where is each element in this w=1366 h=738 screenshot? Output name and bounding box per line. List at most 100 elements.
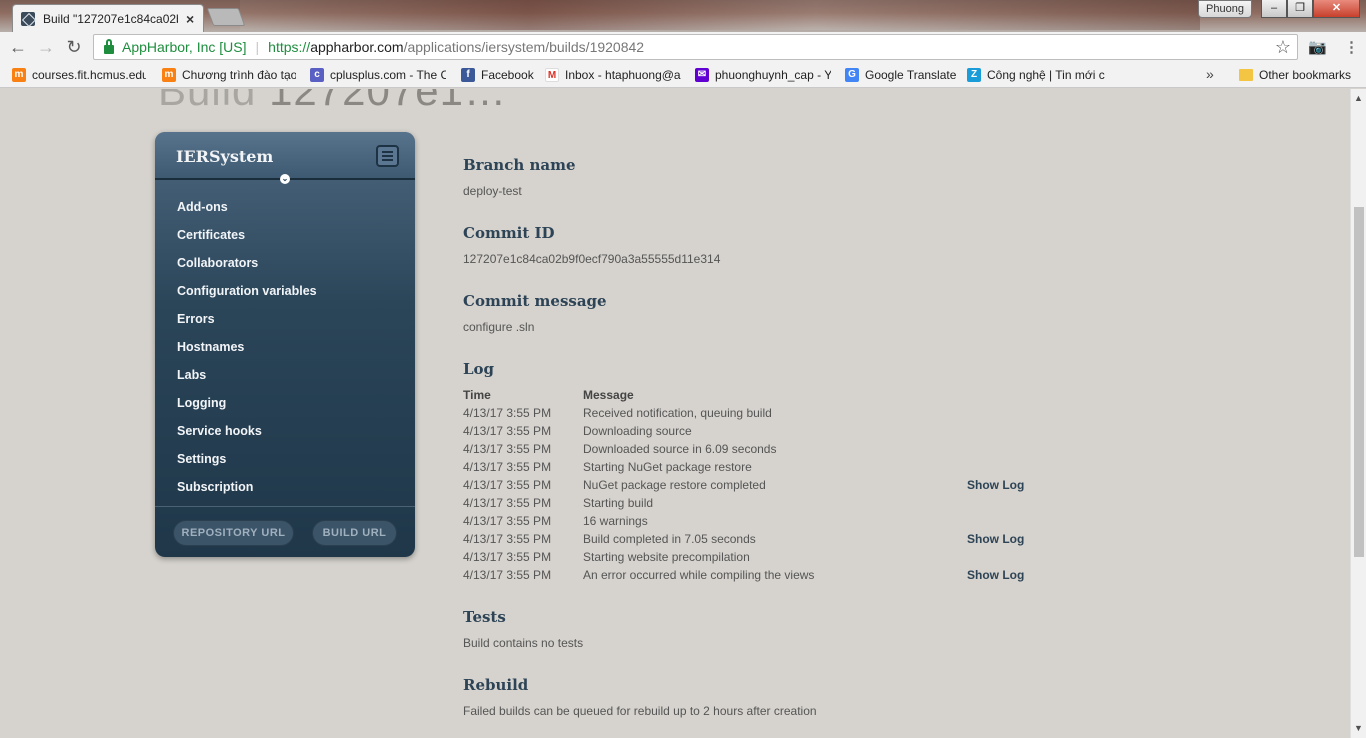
log-row: 4/13/17 3:55 PM Downloading source: [463, 424, 1063, 442]
branch-name-heading: Branch name: [463, 156, 576, 174]
log-time: 4/13/17 3:55 PM: [463, 406, 552, 420]
log-row: 4/13/17 3:55 PM Received notification, q…: [463, 406, 1063, 424]
forward-arrow-icon[interactable]: →: [36, 37, 56, 57]
scroll-down-arrow-icon[interactable]: ▼: [1354, 723, 1363, 733]
browser-toolbar: ← → ↻ AppHarbor, Inc [US] | https:// app…: [0, 32, 1366, 62]
appharbor-favicon-icon: [21, 11, 35, 26]
bookmark-label: phuonghuynh_cap - Y: [715, 68, 831, 82]
log-time: 4/13/17 3:55 PM: [463, 532, 552, 546]
log-row: 4/13/17 3:55 PM 16 warnings: [463, 514, 1063, 532]
log-time: 4/13/17 3:55 PM: [463, 496, 552, 510]
bookmark-item[interactable]: ✉ phuonghuynh_cap - Y: [695, 67, 831, 83]
close-window-button[interactable]: ✕: [1313, 0, 1360, 18]
build-url-button[interactable]: BUILD URL: [312, 520, 397, 546]
sidebar-item-add-ons[interactable]: Add-ons: [155, 193, 415, 221]
page-viewport: Build 127207e1… IERSystem ⌄ Add-ons Cert…: [0, 89, 1350, 738]
bookmark-item[interactable]: Z Công nghệ | Tin mới c: [967, 67, 1105, 83]
log-time: 4/13/17 3:55 PM: [463, 442, 552, 456]
back-arrow-icon[interactable]: ←: [8, 37, 28, 57]
bookmarks-bar: m courses.fit.hcmus.edu m Chương trình đ…: [0, 62, 1366, 88]
address-bar[interactable]: AppHarbor, Inc [US] | https:// appharbor…: [93, 34, 1298, 60]
tab-close-icon[interactable]: ×: [186, 11, 194, 27]
log-time: 4/13/17 3:55 PM: [463, 550, 552, 564]
maximize-button[interactable]: ❐: [1287, 0, 1313, 18]
bookmark-item[interactable]: M Inbox - htaphuong@a: [545, 67, 682, 83]
log-message: Downloaded source in 6.09 seconds: [583, 442, 777, 456]
show-log-link[interactable]: Show Log: [967, 532, 1024, 546]
bookmark-label: Other bookmarks: [1259, 68, 1352, 82]
bookmark-label: Chương trình đào tạo: [182, 68, 296, 82]
browser-tab-active[interactable]: Build "127207e1c84ca02b ×: [12, 4, 204, 32]
log-heading: Log: [463, 360, 495, 378]
scrollbar-thumb[interactable]: [1354, 207, 1364, 557]
address-separator: |: [255, 39, 260, 55]
bookmark-label: courses.fit.hcmus.edu: [32, 68, 146, 82]
browser-menu-icon[interactable]: ⋮: [1344, 38, 1359, 56]
rebuild-heading: Rebuild: [463, 676, 529, 694]
log-message: Received notification, queuing build: [583, 406, 772, 420]
log-col-time: Time: [463, 388, 491, 402]
log-row: 4/13/17 3:55 PM NuGet package restore co…: [463, 478, 1063, 496]
minimize-button[interactable]: –: [1261, 0, 1287, 18]
commit-id-value: 127207e1c84ca02b9f0ecf790a3a55555d11e314: [463, 252, 721, 266]
bookmark-label: Inbox - htaphuong@a: [565, 68, 681, 82]
chevron-down-icon[interactable]: ⌄: [280, 174, 290, 184]
scroll-up-arrow-icon[interactable]: ▲: [1354, 93, 1363, 103]
profile-button[interactable]: Phuong: [1198, 0, 1252, 18]
commit-message-heading: Commit message: [463, 292, 607, 310]
log-time: 4/13/17 3:55 PM: [463, 460, 552, 474]
url-scheme: https://: [268, 39, 311, 55]
other-bookmarks-folder[interactable]: Other bookmarks: [1239, 67, 1359, 83]
sidebar-footer: REPOSITORY URL BUILD URL: [155, 506, 415, 557]
sidebar-item-labs[interactable]: Labs: [155, 361, 415, 389]
sidebar-item-errors[interactable]: Errors: [155, 305, 415, 333]
log-col-message: Message: [583, 388, 634, 402]
camera-icon[interactable]: 📷: [1308, 38, 1327, 56]
app-list-menu-icon[interactable]: [376, 145, 399, 167]
show-log-link[interactable]: Show Log: [967, 478, 1024, 492]
bookmark-item[interactable]: c cplusplus.com - The C: [310, 67, 446, 83]
log-message: Build completed in 7.05 seconds: [583, 532, 756, 546]
page-title-build-id: 127207e1…: [269, 89, 507, 114]
sidebar-item-settings[interactable]: Settings: [155, 445, 415, 473]
log-row: 4/13/17 3:55 PM Starting build: [463, 496, 1063, 514]
log-time: 4/13/17 3:55 PM: [463, 478, 552, 492]
facebook-icon: f: [461, 68, 475, 82]
bookmark-item[interactable]: G Google Translate: [845, 67, 957, 83]
page-title-prefix: Build: [158, 89, 257, 114]
sidebar-item-configuration-variables[interactable]: Configuration variables: [155, 277, 415, 305]
zing-icon: Z: [967, 68, 981, 82]
gmail-icon: M: [545, 68, 559, 82]
log-message: Downloading source: [583, 424, 692, 438]
sidebar-header: IERSystem: [155, 132, 415, 180]
sidebar-item-service-hooks[interactable]: Service hooks: [155, 417, 415, 445]
bookmark-item[interactable]: m courses.fit.hcmus.edu: [12, 67, 146, 83]
repository-url-button[interactable]: REPOSITORY URL: [173, 520, 294, 546]
sidebar-item-logging[interactable]: Logging: [155, 389, 415, 417]
log-time: 4/13/17 3:55 PM: [463, 424, 552, 438]
translate-icon: G: [845, 68, 859, 82]
show-log-link[interactable]: Show Log: [967, 568, 1024, 582]
log-row: 4/13/17 3:55 PM Downloaded source in 6.0…: [463, 442, 1063, 460]
bookmark-item[interactable]: f Facebook: [461, 67, 536, 83]
sidebar-item-subscription[interactable]: Subscription: [155, 473, 415, 501]
bookmark-label: Facebook: [481, 68, 534, 82]
sidebar-item-collaborators[interactable]: Collaborators: [155, 249, 415, 277]
reload-icon[interactable]: ↻: [64, 37, 84, 57]
vertical-scrollbar[interactable]: ▲ ▼: [1350, 89, 1366, 738]
moodle-icon: m: [12, 68, 26, 82]
sidebar-item-certificates[interactable]: Certificates: [155, 221, 415, 249]
sidebar-item-hostnames[interactable]: Hostnames: [155, 333, 415, 361]
log-message: Starting build: [583, 496, 654, 510]
lock-icon: [104, 38, 114, 54]
bookmark-item[interactable]: m Chương trình đào tạo: [162, 67, 296, 83]
folder-icon: [1239, 69, 1253, 81]
bookmark-star-icon[interactable]: ☆: [1275, 37, 1291, 58]
log-row: 4/13/17 3:55 PM Starting website precomp…: [463, 550, 1063, 568]
more-bookmarks-chevron-icon[interactable]: »: [1206, 66, 1214, 82]
sidebar-app-name[interactable]: IERSystem: [176, 147, 273, 166]
new-tab-button[interactable]: [206, 8, 246, 26]
page-title: Build 127207e1…: [158, 89, 507, 115]
site-identity[interactable]: AppHarbor, Inc [US]: [122, 39, 247, 55]
yahoo-mail-icon: ✉: [695, 68, 709, 82]
